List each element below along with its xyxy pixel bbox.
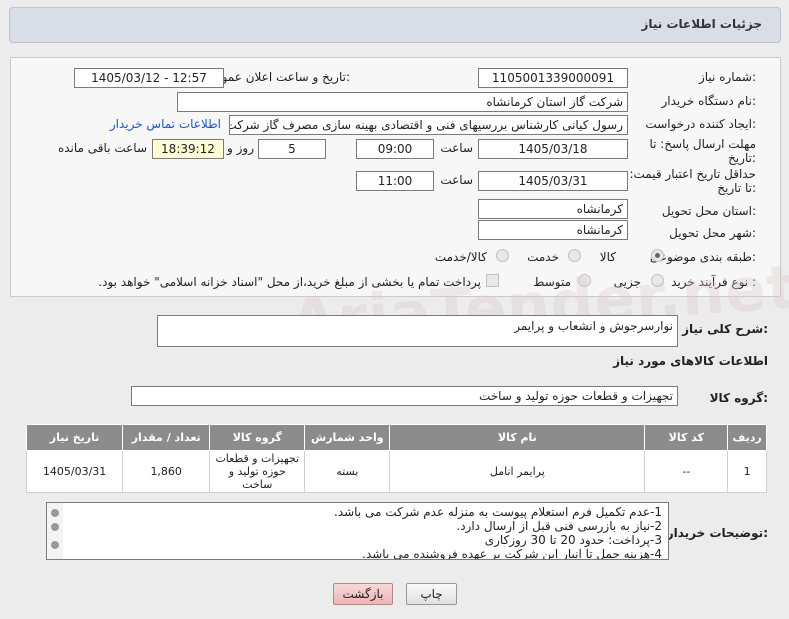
category-goods-label: کالا (599, 250, 616, 264)
print-button[interactable]: چاپ (406, 583, 457, 605)
province-field: کرمانشاه (478, 199, 628, 219)
page-title: جزئیات اطلاعات نیاز (641, 17, 762, 31)
th-item-name: نام کالا (389, 424, 646, 451)
purchase-minor-radio[interactable] (651, 274, 664, 287)
purchase-medium-label: متوسط (533, 275, 571, 289)
province-label: استان محل تحویل: (661, 204, 756, 218)
cell-item-name: پرایمر انامل (389, 450, 646, 493)
price-hour-label: ساعت (440, 173, 473, 187)
buyer-org-field: شرکت گاز استان کرمانشاه (177, 92, 628, 112)
remaining-time-field: 18:39:12 (152, 139, 224, 159)
price-date-field: 1405/03/31 (478, 171, 628, 191)
notes-box: 1-عدم تکمیل فرم استعلام پیوست به منزله ع… (46, 502, 669, 560)
summary-label: شرح کلی نیاز: (682, 322, 768, 336)
cell-quantity: 1,860 (122, 450, 211, 493)
reply-time-field: 09:00 (356, 139, 434, 159)
notes-line-1: 1-عدم تکمیل فرم استعلام پیوست به منزله ع… (334, 505, 662, 519)
table-header-row: ردیف کد کالا نام کالا واحد شمارش گروه کا… (25, 424, 767, 451)
scroll-thumb-icon[interactable] (51, 523, 59, 531)
category-service-radio[interactable] (568, 249, 581, 262)
items-table: ردیف کد کالا نام کالا واحد شمارش گروه کا… (25, 424, 767, 493)
category-goods-radio[interactable] (651, 249, 664, 262)
price-time-field: 11:00 (356, 171, 434, 191)
treasury-checkbox[interactable] (486, 274, 499, 287)
category-service-label: خدمت (527, 250, 559, 264)
city-label: شهر محل تحویل: (669, 226, 756, 240)
goods-group-field: تجهیزات و قطعات حوزه تولید و ساخت (131, 386, 678, 406)
th-unit: واحد شمارش (304, 424, 391, 451)
goods-group-label: گروه کالا: (709, 391, 768, 405)
contact-buyer-link[interactable]: اطلاعات تماس خریدار (110, 117, 221, 131)
goods-info-title: اطلاعات کالاهای مورد نیاز (613, 354, 768, 368)
payment-note: پرداخت تمام یا بخشی از مبلغ خرید،از محل … (98, 275, 481, 289)
scroll-down-icon[interactable] (51, 541, 59, 549)
th-item-code: کد کالا (644, 424, 729, 451)
notes-line-2: 2-نیاز به بازرسی فنی قبل از ارسال دارد. (456, 519, 662, 533)
th-quantity: تعداد / مقدار (122, 424, 211, 451)
purchase-type-label: نوع فرآیند خرید : (671, 275, 756, 289)
table-row: 1 -- پرایمر انامل بسته تجهیزات و قطعات ح… (25, 450, 767, 493)
city-field: کرمانشاه (478, 220, 628, 240)
days-field: 5 (258, 139, 326, 159)
summary-field: نوارسرجوش و انشعاب و پرایمر (157, 315, 678, 347)
page: جزئیات اطلاعات نیاز شماره نیاز: 11050013… (0, 0, 789, 619)
scroll-up-icon[interactable] (51, 509, 59, 517)
cell-item-code: -- (644, 450, 729, 493)
need-number-field: 1105001339000091 (478, 68, 628, 88)
title-bar: جزئیات اطلاعات نیاز (9, 7, 781, 43)
reply-date-field: 1405/03/18 (478, 139, 628, 159)
cell-row-number: 1 (727, 450, 767, 493)
reply-deadline-label: مهلت ارسال پاسخ: تا تاریخ: (649, 137, 756, 165)
announce-label: تاریخ و ساعت اعلان عمومی: (205, 70, 350, 84)
th-item-group: گروه کالا (209, 424, 306, 451)
category-goods-service-label: کالا/خدمت (434, 250, 487, 264)
reply-hour-label: ساعت (440, 141, 473, 155)
cell-unit: بسته (304, 450, 391, 493)
announce-field: 1405/03/12 - 12:57 (74, 68, 224, 88)
cell-item-group: تجهیزات و قطعات حوزه تولید و ساخت (209, 450, 306, 493)
category-goods-service-radio[interactable] (496, 249, 509, 262)
buyer-org-label: نام دستگاه خریدار: (661, 94, 757, 108)
notes-line-3: 3-پرداخت: حدود 20 تا 30 روزکاری (484, 533, 662, 547)
creator-label: ایجاد کننده درخواست: (645, 117, 756, 131)
creator-field: رسول کیانی کارشناس بررسیهای فنی و اقتصاد… (229, 115, 628, 135)
remaining-label: ساعت باقی مانده (57, 141, 147, 155)
th-need-date: تاریخ نیاز (25, 424, 124, 451)
category-label: طبقه بندی موضوعی: (649, 250, 756, 264)
purchase-minor-label: جزیی (613, 275, 641, 289)
purchase-medium-radio[interactable] (578, 274, 591, 287)
back-button[interactable]: بازگشت (333, 583, 393, 605)
price-validity-label: حداقل تاریخ اعتبار قیمت: تا تاریخ: (629, 167, 756, 195)
cell-need-date: 1405/03/31 (25, 450, 124, 493)
days-label: روز و (227, 141, 254, 155)
th-row-number: ردیف (727, 424, 767, 451)
need-number-label: شماره نیاز: (698, 70, 756, 84)
notes-label: توضیحات خریدار: (666, 526, 768, 540)
notes-scrollbar[interactable] (47, 503, 63, 559)
notes-line-4: 4-هزینه حمل تا انبار این شرکت بر عهده فر… (362, 547, 662, 560)
